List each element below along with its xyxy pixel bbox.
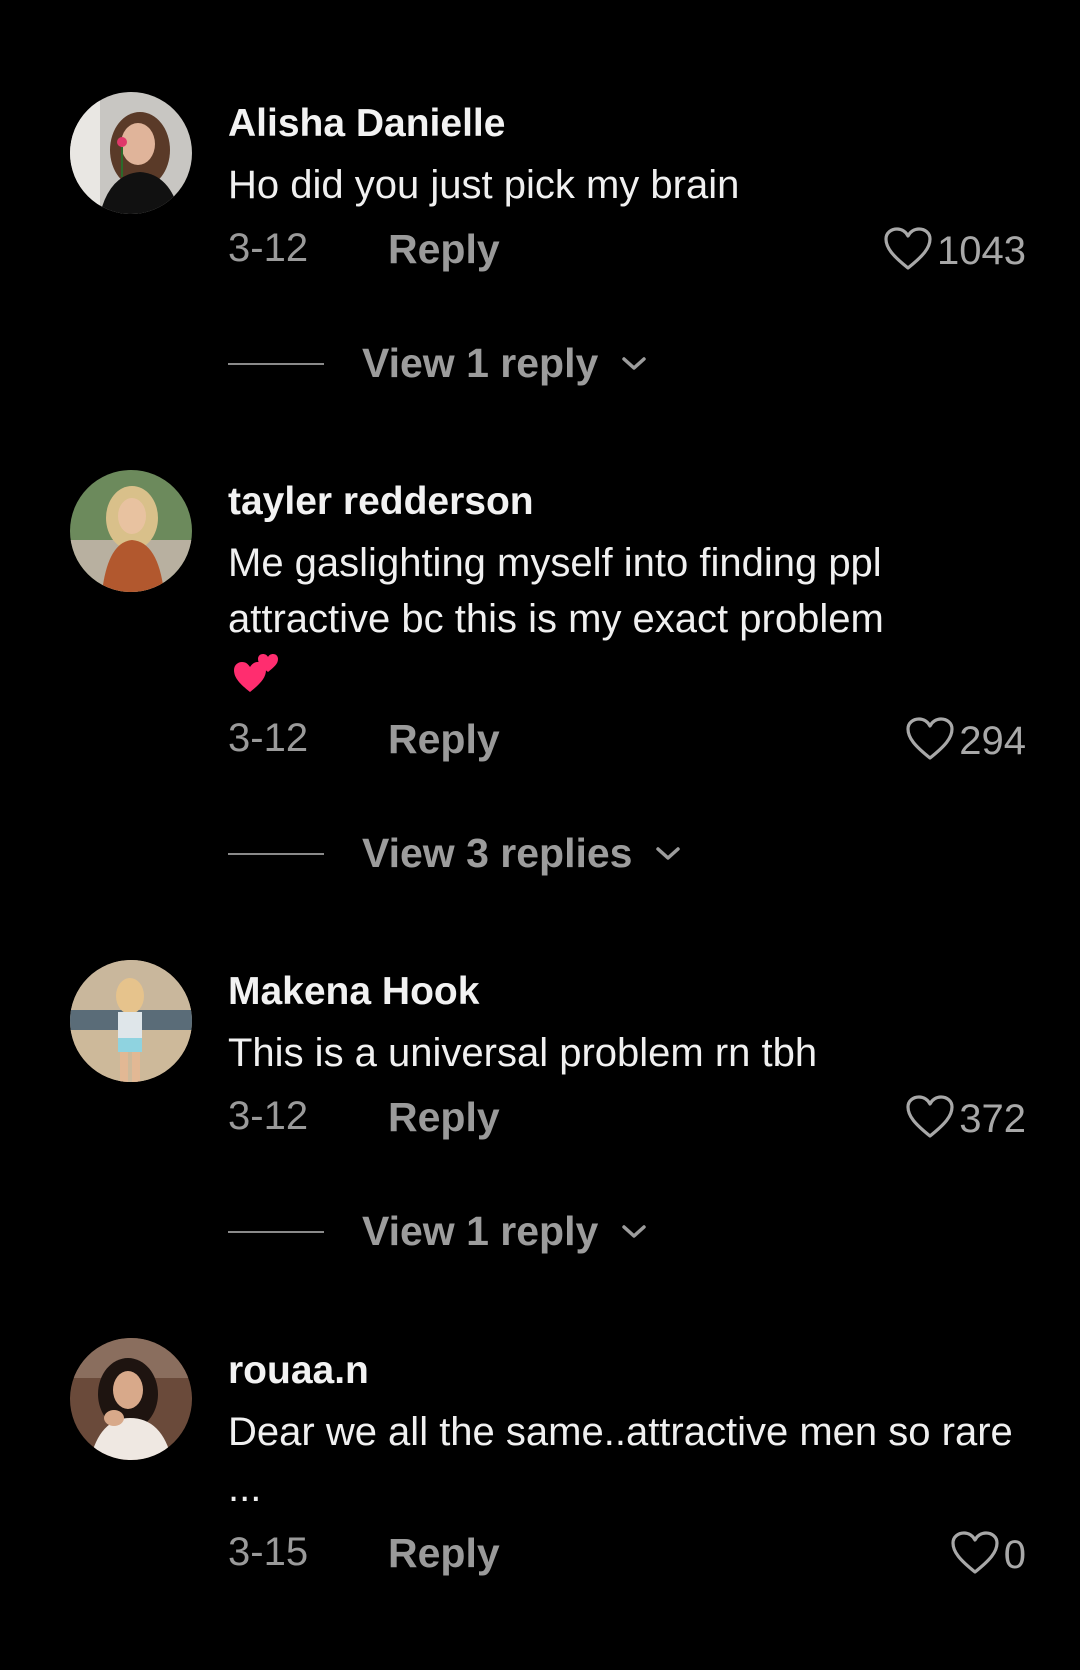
like-button[interactable]: 1043 <box>883 226 1026 277</box>
like-count: 294 <box>959 719 1026 763</box>
chevron-down-icon <box>654 845 682 863</box>
comment-text: This is a universal problem rn tbh <box>228 1031 818 1075</box>
comment-text: Ho did you just pick my brain <box>228 163 740 207</box>
avatar[interactable] <box>70 960 192 1082</box>
chevron-down-icon <box>620 1223 648 1241</box>
like-count: 1043 <box>937 229 1026 273</box>
username[interactable]: Makena Hook <box>228 970 479 1014</box>
divider <box>228 1230 324 1233</box>
view-replies-button[interactable]: View 3 replies <box>228 830 682 877</box>
reply-button[interactable]: Reply <box>388 1530 500 1577</box>
like-button[interactable]: 372 <box>905 1094 1026 1145</box>
reply-button[interactable]: Reply <box>388 716 500 763</box>
heart-outline-icon <box>950 1530 1000 1581</box>
comment-date: 3-12 <box>228 226 309 270</box>
heart-outline-icon <box>905 1094 955 1145</box>
username[interactable]: Alisha Danielle <box>228 102 505 146</box>
view-replies-button[interactable]: View 1 reply <box>228 1208 648 1255</box>
reply-button[interactable]: Reply <box>388 1094 500 1141</box>
username[interactable]: tayler redderson <box>228 480 534 524</box>
like-count: 0 <box>1003 1533 1026 1577</box>
heart-outline-icon <box>883 226 933 277</box>
view-replies-label: View 1 reply <box>362 1208 599 1254</box>
view-replies-label: View 1 reply <box>362 340 599 386</box>
heart-outline-icon <box>905 716 955 767</box>
divider <box>228 362 324 365</box>
like-count: 372 <box>959 1097 1026 1141</box>
view-replies-button[interactable]: View 1 reply <box>228 340 648 387</box>
like-button[interactable]: 294 <box>905 716 1026 767</box>
comment-date: 3-12 <box>228 716 309 760</box>
avatar[interactable] <box>70 92 192 214</box>
comment-text: Dear we all the same..attractive men so … <box>228 1410 1013 1510</box>
like-button[interactable]: 0 <box>950 1530 1026 1581</box>
comment-text: Me gaslighting myself into finding ppl a… <box>228 541 884 641</box>
username[interactable]: rouaa.n <box>228 1349 369 1393</box>
divider <box>228 852 324 855</box>
avatar[interactable] <box>70 1338 192 1460</box>
two-hearts-emoji <box>232 650 280 701</box>
reply-button[interactable]: Reply <box>388 226 500 273</box>
comment-date: 3-12 <box>228 1094 309 1138</box>
chevron-down-icon <box>620 355 648 373</box>
view-replies-label: View 3 replies <box>362 830 633 876</box>
comment-date: 3-15 <box>228 1530 309 1574</box>
avatar[interactable] <box>70 470 192 592</box>
